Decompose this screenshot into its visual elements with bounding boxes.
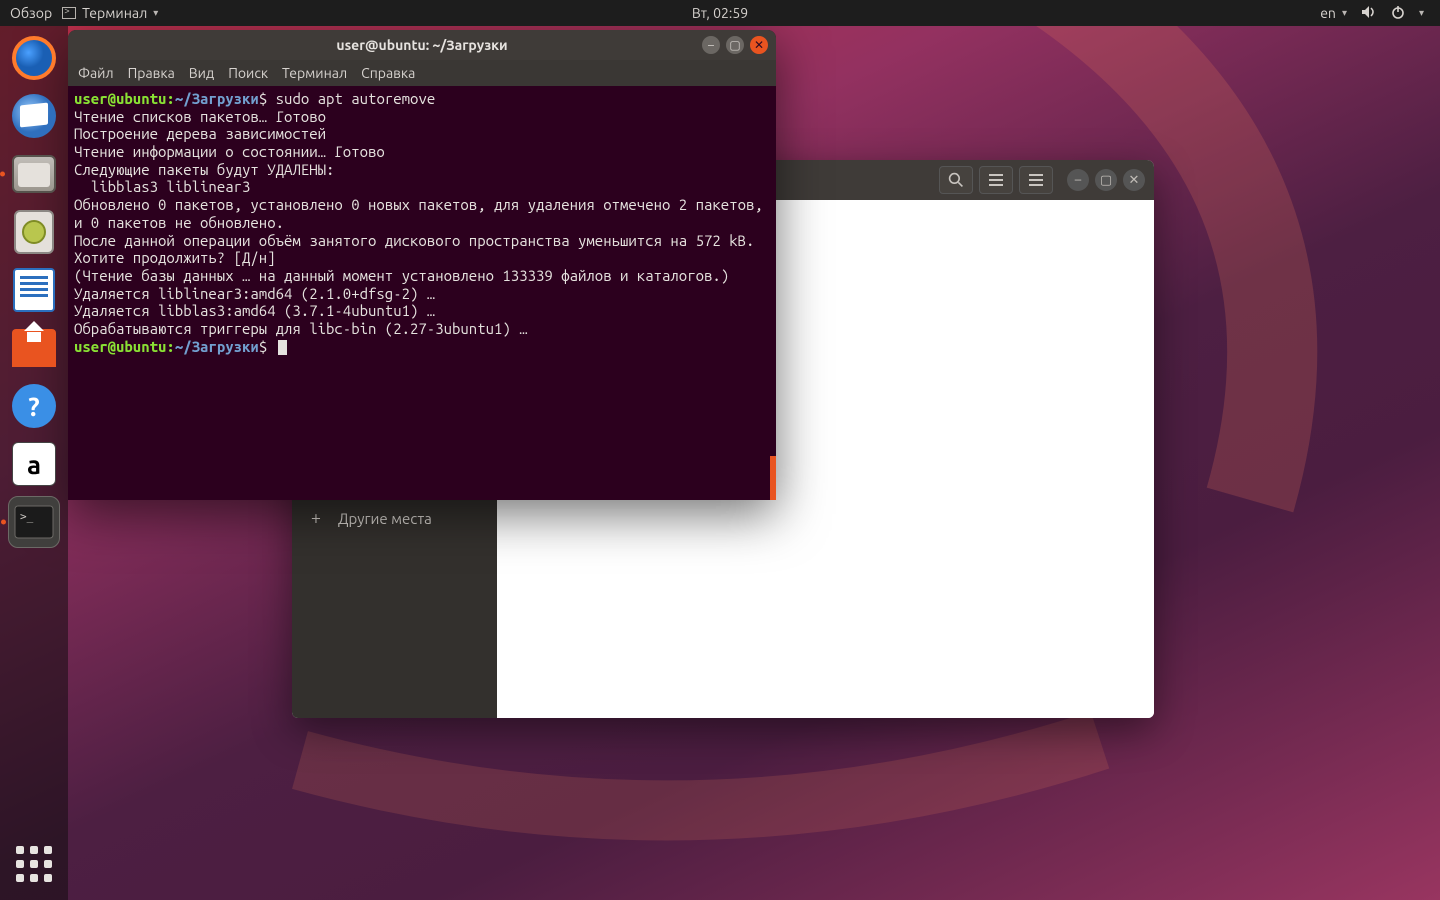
dock-writer[interactable] (8, 264, 60, 316)
power-icon[interactable] (1391, 5, 1405, 22)
volume-icon[interactable] (1361, 5, 1377, 22)
files-close-button[interactable]: ✕ (1123, 169, 1145, 191)
files-maximize-button[interactable]: ▢ (1095, 169, 1117, 191)
thunderbird-icon (12, 94, 56, 138)
panel-clock[interactable]: Вт, 02:59 (692, 5, 748, 21)
menu-file[interactable]: Файл (78, 65, 114, 81)
menu-edit[interactable]: Правка (128, 65, 175, 81)
terminal-resize-handle[interactable] (770, 456, 776, 500)
term-line: Чтение списков пакетов… Готово (74, 108, 326, 125)
term-line: Хотите продолжить? [Д/н] (74, 249, 276, 266)
top-panel: Обзор Терминал ▾ Вт, 02:59 en ▾ ▾ (0, 0, 1440, 26)
menu-help[interactable]: Справка (361, 65, 415, 81)
sidebar-item-label: Другие места (338, 510, 432, 527)
term-line: Построение дерева зависимостей (74, 125, 326, 142)
plus-icon: + (308, 508, 324, 528)
input-source-indicator[interactable]: en ▾ (1320, 5, 1347, 21)
launcher-dock: ? a >_ (0, 26, 68, 900)
terminal-titlebar[interactable]: user@ubuntu: ~/Загрузки – ▢ ✕ (68, 30, 776, 60)
terminal-icon: >_ (14, 505, 54, 539)
terminal-command: sudo apt autoremove (276, 90, 436, 107)
dock-files[interactable] (8, 148, 60, 200)
terminal-title: user@ubuntu: ~/Загрузки (336, 37, 507, 53)
files-search-button[interactable] (939, 166, 973, 194)
prompt-path: ~/Загрузки (175, 90, 259, 107)
prompt-user: user@ubuntu (74, 338, 166, 355)
files-icon (12, 155, 56, 193)
files-view-toggle-button[interactable] (979, 166, 1013, 194)
term-line: Обновлено 0 пакетов, установлено 0 новых… (74, 196, 771, 231)
terminal-menubar: Файл Правка Вид Поиск Терминал Справка (68, 60, 776, 86)
term-line: Следующие пакеты будут УДАЛЕНЫ: (74, 161, 334, 178)
terminal-minimize-button[interactable]: – (702, 36, 720, 54)
terminal-maximize-button[interactable]: ▢ (726, 36, 744, 54)
firefox-icon (12, 36, 56, 80)
terminal-close-button[interactable]: ✕ (750, 36, 768, 54)
writer-icon (13, 268, 55, 312)
lang-label: en (1320, 5, 1336, 21)
system-menu-chevron-icon[interactable]: ▾ (1419, 7, 1424, 19)
dock-rhythmbox[interactable] (8, 206, 60, 258)
terminal-output[interactable]: user@ubuntu:~/Загрузки$ sudo apt autorem… (68, 86, 776, 500)
prompt-user: user@ubuntu (74, 90, 166, 107)
files-hamburger-button[interactable] (1019, 166, 1053, 194)
term-line: Удаляется liblinear3:amd64 (2.1.0+dfsg-2… (74, 285, 435, 302)
activities-button[interactable]: Обзор (10, 5, 52, 21)
term-line: (Чтение базы данных … на данный момент у… (74, 267, 729, 284)
files-minimize-button[interactable]: – (1067, 169, 1089, 191)
cursor (278, 340, 287, 355)
prompt-dollar: $ (259, 90, 267, 107)
dock-firefox[interactable] (8, 32, 60, 84)
chevron-down-icon: ▾ (1342, 7, 1347, 19)
terminal-indicator-icon (62, 7, 76, 19)
prompt-path: ~/Загрузки (175, 338, 259, 355)
software-center-icon (12, 329, 56, 367)
prompt-dollar: $ (259, 338, 267, 355)
dock-software[interactable] (8, 322, 60, 374)
show-applications-button[interactable] (16, 846, 52, 882)
rhythmbox-icon (14, 210, 54, 254)
term-line: Обрабатываются триггеры для libc-bin (2.… (74, 320, 528, 337)
svg-text:>_: >_ (20, 510, 34, 523)
dock-help[interactable]: ? (8, 380, 60, 432)
menu-view[interactable]: Вид (189, 65, 214, 81)
help-icon: ? (12, 384, 56, 428)
terminal-window: user@ubuntu: ~/Загрузки – ▢ ✕ Файл Правк… (68, 30, 776, 500)
menu-terminal[interactable]: Терминал (282, 65, 347, 81)
sidebar-other-locations[interactable]: + Другие места (292, 500, 497, 536)
chevron-down-icon: ▾ (153, 7, 158, 19)
dock-amazon[interactable]: a (8, 438, 60, 490)
app-menu-label: Терминал (82, 5, 147, 21)
dock-terminal[interactable]: >_ (8, 496, 60, 548)
term-line: Удаляется libblas3:amd64 (3.7.1-4ubuntu1… (74, 302, 435, 319)
dock-thunderbird[interactable] (8, 90, 60, 142)
term-line: libblas3 liblinear3 (74, 178, 250, 195)
app-menu[interactable]: Терминал ▾ (62, 5, 158, 21)
menu-search[interactable]: Поиск (228, 65, 268, 81)
term-line: После данной операции объём занятого дис… (74, 232, 754, 249)
term-line: Чтение информации о состоянии… Готово (74, 143, 385, 160)
amazon-icon: a (12, 442, 56, 486)
